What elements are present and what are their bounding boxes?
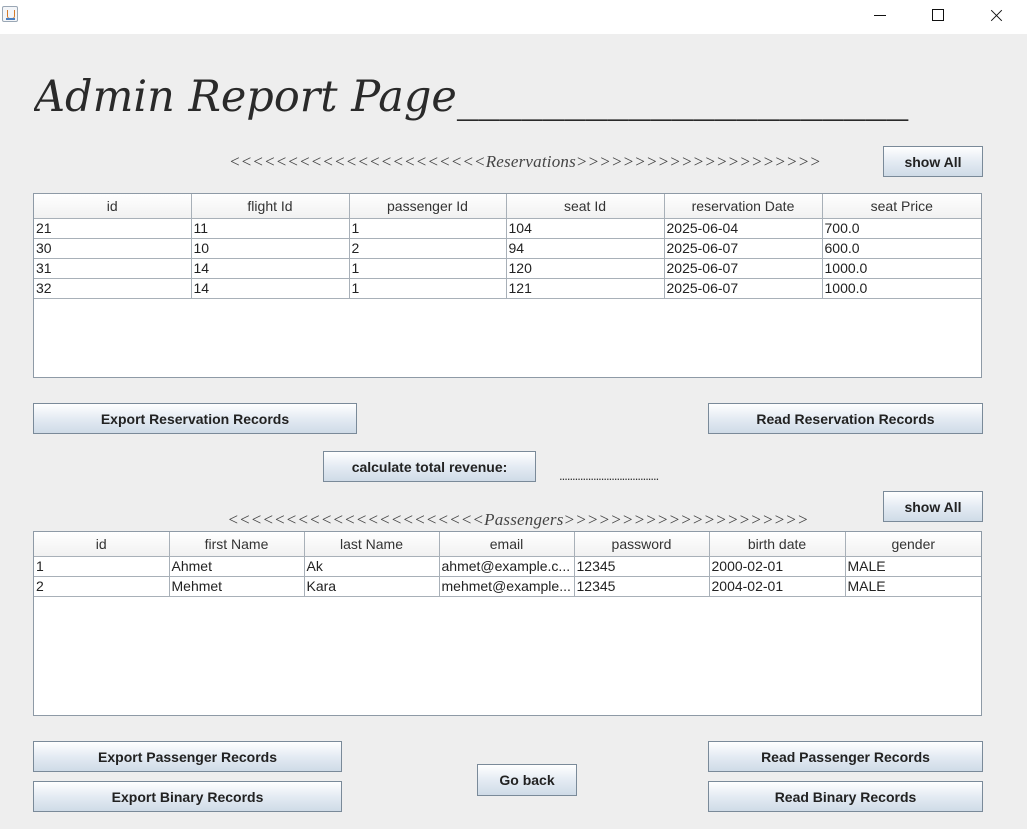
- table-cell[interactable]: 120: [506, 258, 665, 279]
- table-row[interactable]: 31 14 1 120 2025-06-07 1000.0: [34, 258, 981, 279]
- passengers-show-all-button[interactable]: show All: [883, 491, 983, 522]
- passengers-section-label: <<<<<<<<<<<<<<<<<<<<<<Passengers>>>>>>>>…: [227, 510, 809, 529]
- table-cell[interactable]: 2025-06-07: [664, 278, 823, 299]
- table-cell[interactable]: ahmet@example.c...: [439, 556, 575, 577]
- table-row[interactable]: 32 14 1 121 2025-06-07 1000.0: [34, 278, 981, 299]
- table-cell[interactable]: 11: [191, 218, 350, 239]
- table-cell[interactable]: 700.0: [822, 218, 981, 239]
- close-button[interactable]: [973, 0, 1019, 30]
- total-revenue-value: ......................................: [559, 468, 659, 482]
- read-reservation-records-button[interactable]: Read Reservation Records: [708, 403, 983, 434]
- table-cell[interactable]: mehmet@example...: [439, 576, 575, 597]
- table-cell[interactable]: 1000.0: [822, 258, 981, 279]
- java-app-icon[interactable]: [2, 6, 18, 22]
- reservations-show-all-button[interactable]: show All: [883, 146, 983, 177]
- table-cell[interactable]: 121: [506, 278, 665, 299]
- table-cell[interactable]: 2000-02-01: [709, 556, 846, 577]
- table-cell[interactable]: Ahmet: [169, 556, 305, 577]
- export-binary-records-button[interactable]: Export Binary Records: [33, 781, 342, 812]
- export-passenger-records-button[interactable]: Export Passenger Records: [33, 741, 342, 772]
- table-cell[interactable]: 10: [191, 238, 350, 259]
- calculate-total-revenue-button[interactable]: calculate total revenue:: [323, 451, 536, 482]
- column-header[interactable]: seat Id: [506, 194, 665, 219]
- table-cell[interactable]: 30: [34, 238, 192, 259]
- column-header[interactable]: email: [439, 532, 575, 557]
- table-cell[interactable]: Mehmet: [169, 576, 305, 597]
- column-header[interactable]: passenger Id: [349, 194, 507, 219]
- table-cell[interactable]: 600.0: [822, 238, 981, 259]
- reservations-section-label: <<<<<<<<<<<<<<<<<<<<<<Reservations>>>>>>…: [228, 152, 822, 171]
- table-row[interactable]: 21 11 1 104 2025-06-04 700.0: [34, 218, 981, 239]
- table-cell[interactable]: 2: [34, 576, 170, 597]
- column-header[interactable]: flight Id: [191, 194, 350, 219]
- table-cell[interactable]: 12345: [574, 556, 710, 577]
- table-cell[interactable]: 2025-06-07: [664, 258, 823, 279]
- column-header[interactable]: id: [34, 194, 192, 219]
- column-header[interactable]: reservation Date: [664, 194, 823, 219]
- close-icon: [989, 8, 1003, 22]
- table-cell[interactable]: 2004-02-01: [709, 576, 846, 597]
- minimize-button[interactable]: [857, 0, 903, 30]
- column-header[interactable]: first Name: [169, 532, 305, 557]
- table-cell[interactable]: 1: [34, 556, 170, 577]
- table-cell[interactable]: 1000.0: [822, 278, 981, 299]
- table-cell[interactable]: 1: [349, 218, 507, 239]
- table-row[interactable]: 1 Ahmet Ak ahmet@example.c... 12345 2000-02-0…: [34, 556, 981, 577]
- read-passenger-records-button[interactable]: Read Passenger Records: [708, 741, 983, 772]
- table-cell[interactable]: 14: [191, 258, 350, 279]
- table-cell[interactable]: 1: [349, 278, 507, 299]
- table-cell[interactable]: 21: [34, 218, 192, 239]
- column-header[interactable]: id: [34, 532, 170, 557]
- table-row[interactable]: 30 10 2 94 2025-06-07 600.0: [34, 238, 981, 259]
- export-reservation-records-button[interactable]: Export Reservation Records: [33, 403, 357, 434]
- table-cell[interactable]: Ak: [304, 556, 440, 577]
- table-cell[interactable]: 1: [349, 258, 507, 279]
- maximize-icon: [932, 9, 944, 21]
- table-cell[interactable]: 94: [506, 238, 665, 259]
- column-header[interactable]: gender: [845, 532, 981, 557]
- table-cell[interactable]: 2025-06-07: [664, 238, 823, 259]
- column-header[interactable]: birth date: [709, 532, 846, 557]
- page-title: Admin Report Page_____________________: [34, 72, 909, 122]
- maximize-button[interactable]: [915, 0, 961, 30]
- table-cell[interactable]: MALE: [845, 576, 981, 597]
- table-cell[interactable]: MALE: [845, 556, 981, 577]
- reservations-table[interactable]: id flight Id passenger Id seat Id reservatio…: [33, 193, 982, 378]
- column-header[interactable]: last Name: [304, 532, 440, 557]
- read-binary-records-button[interactable]: Read Binary Records: [708, 781, 983, 812]
- table-cell[interactable]: Kara: [304, 576, 440, 597]
- go-back-button[interactable]: Go back: [477, 764, 577, 796]
- table-cell[interactable]: 32: [34, 278, 192, 299]
- table-cell[interactable]: 2: [349, 238, 507, 259]
- passengers-table[interactable]: id first Name last Name email password birth …: [33, 531, 982, 716]
- table-cell[interactable]: 31: [34, 258, 192, 279]
- column-header[interactable]: seat Price: [822, 194, 981, 219]
- column-header[interactable]: password: [574, 532, 710, 557]
- minimize-icon: [874, 14, 886, 16]
- window-title-bar: [0, 0, 1027, 34]
- table-cell[interactable]: 12345: [574, 576, 710, 597]
- table-cell[interactable]: 14: [191, 278, 350, 299]
- table-cell[interactable]: 104: [506, 218, 665, 239]
- table-row[interactable]: 2 Mehmet Kara mehmet@example... 12345 2004-02…: [34, 576, 981, 597]
- table-cell[interactable]: 2025-06-04: [664, 218, 823, 239]
